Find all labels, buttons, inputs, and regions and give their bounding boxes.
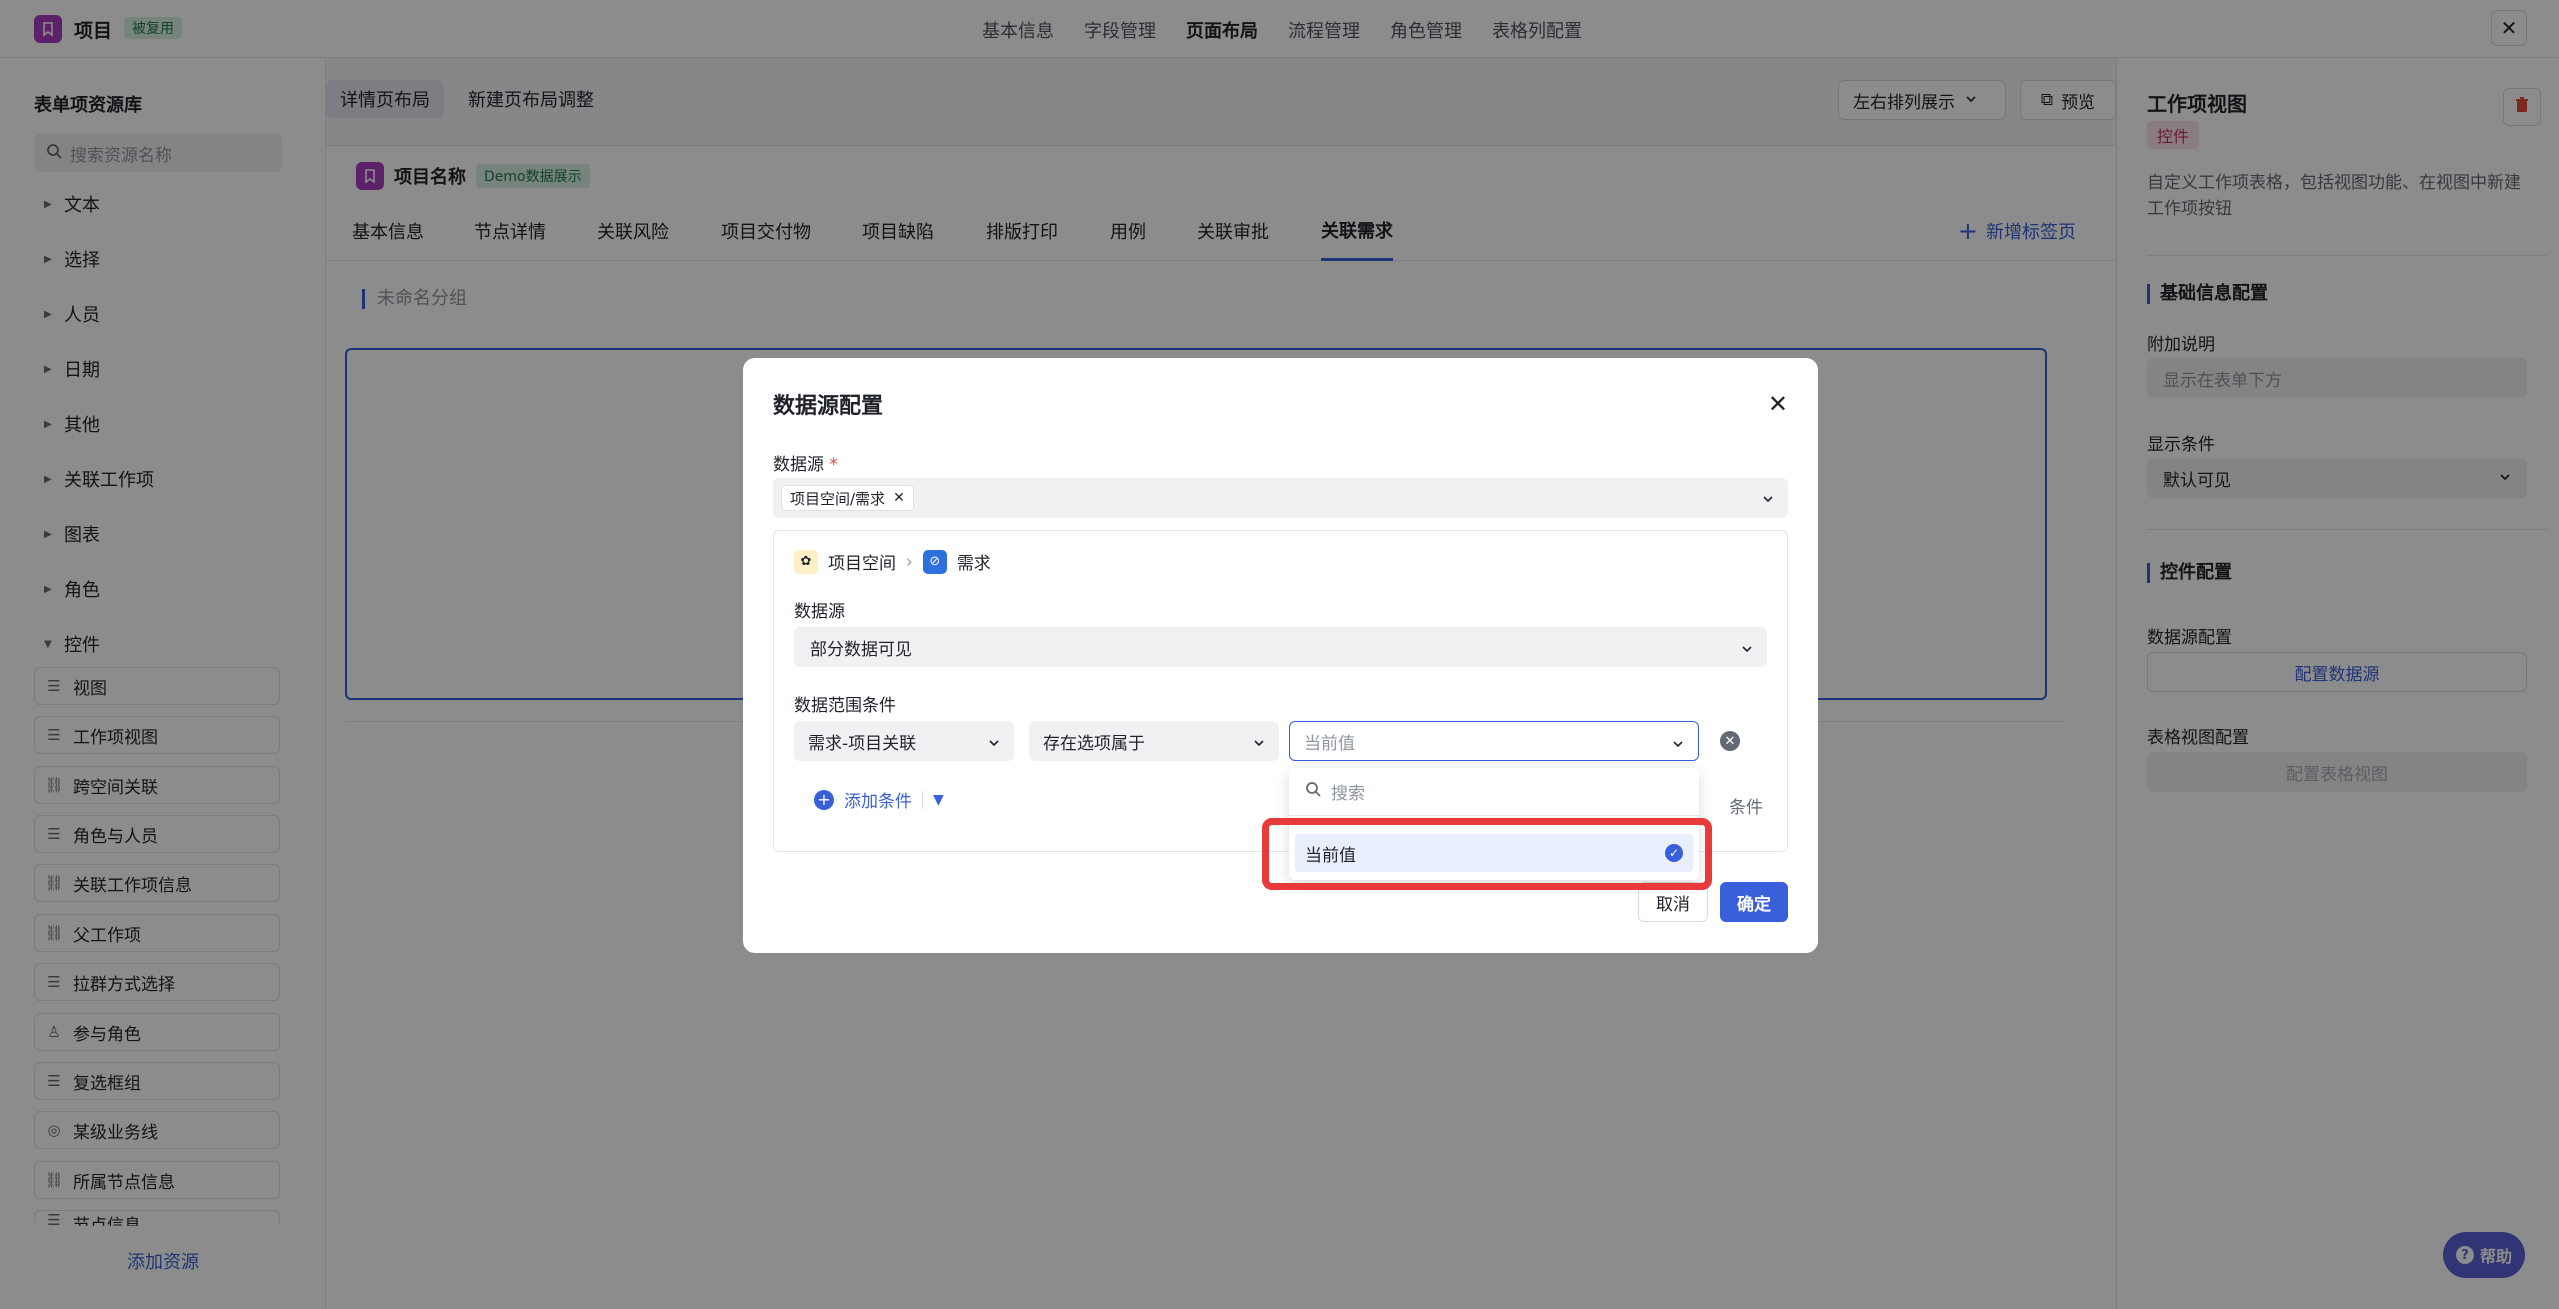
data-visibility-select[interactable]: 部分数据可见 <box>794 627 1767 667</box>
chevron-right-icon: › <box>906 551 913 572</box>
remove-condition-icon[interactable]: ✕ <box>1720 731 1740 751</box>
condition-operator-select[interactable]: 存在选项属于 <box>1029 721 1279 761</box>
chevron-down-icon <box>988 734 1000 754</box>
datasource-tag-label: 项目空间/需求 <box>790 489 886 508</box>
chevron-down-icon <box>1253 734 1265 754</box>
confirm-button[interactable]: 确定 <box>1720 882 1788 922</box>
condition-field-select[interactable]: 需求-项目关联 <box>794 721 1014 761</box>
datasource-tag: 项目空间/需求 ✕ <box>781 485 914 511</box>
condition-value-placeholder: 当前值 <box>1304 733 1355 754</box>
condition-side-text: 条件 <box>1729 798 1763 818</box>
datasource-label-text: 数据源 <box>773 455 824 475</box>
range-condition-label: 数据范围条件 <box>794 696 896 716</box>
add-condition-button[interactable]: + 添加条件 ▼ <box>814 787 944 812</box>
search-icon <box>1305 781 1321 802</box>
tag-close-icon[interactable]: ✕ <box>893 490 905 506</box>
datasource-select[interactable]: 项目空间/需求 ✕ <box>773 478 1788 518</box>
chevron-down-icon <box>1762 489 1774 503</box>
dropdown-search-placeholder: 搜索 <box>1331 784 1365 804</box>
caret-down-icon[interactable]: ▼ <box>933 792 944 808</box>
breadcrumb-space: 项目空间 <box>828 554 896 574</box>
close-icon[interactable]: ✕ <box>1768 390 1788 418</box>
chevron-down-icon <box>1672 735 1684 755</box>
divider <box>922 790 923 809</box>
condition-operator-value: 存在选项属于 <box>1043 733 1145 754</box>
dropdown-search-input[interactable]: 搜索 <box>1289 768 1699 816</box>
plus-circle-icon: + <box>814 789 834 810</box>
add-condition-label: 添加条件 <box>844 792 912 812</box>
required-mark: * <box>829 455 838 475</box>
highlight-box <box>1262 818 1712 890</box>
datasource-label: 数据源 * <box>773 450 838 475</box>
condition-value-select[interactable]: 当前值 <box>1289 721 1699 761</box>
requirement-icon: ⊘ <box>922 549 947 574</box>
condition-field-value: 需求-项目关联 <box>808 733 917 754</box>
breadcrumb-item: 需求 <box>956 554 991 574</box>
dialog-title: 数据源配置 <box>773 394 884 419</box>
inner-datasource-label: 数据源 <box>794 602 845 622</box>
space-icon: ✿ <box>794 549 818 574</box>
breadcrumb: ✿ 项目空间 › ⊘ 需求 <box>794 549 991 574</box>
data-visibility-value: 部分数据可见 <box>810 639 912 660</box>
chevron-down-icon <box>1741 640 1753 660</box>
